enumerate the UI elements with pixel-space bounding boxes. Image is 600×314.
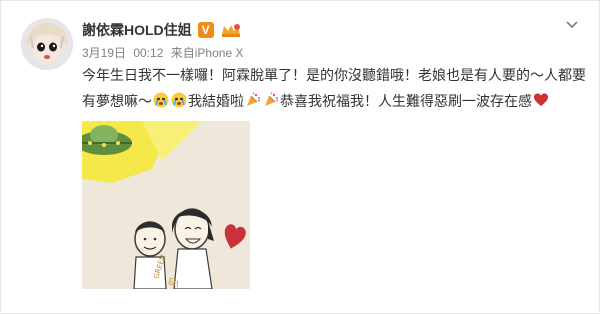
post-header: 謝依霖HOLD住姐 V — [82, 20, 242, 40]
post-source-device[interactable]: iPhone X — [195, 46, 244, 60]
post-image: GREEN & I — [82, 121, 250, 289]
avatar-image — [21, 18, 73, 70]
post-date[interactable]: 3月19日 — [82, 46, 126, 60]
weibo-post-card: 謝依霖HOLD住姐 V 3月19日 00:12 来自iPhone X 今年生日我… — [0, 0, 600, 314]
post-text-segment-3: 恭喜我祝福我！人生難得惡刷一波存在感 — [280, 93, 532, 109]
post-meta: 3月19日 00:12 来自iPhone X — [82, 44, 243, 61]
post-source-prefix: 来自 — [170, 46, 195, 60]
post-text: 今年生日我不一樣囉！阿霖脫單了！是的你沒聽錯哦！老娘也是有人要的～人都要有夢想嘛… — [82, 62, 592, 114]
party-popper-emoji — [265, 92, 279, 106]
svg-text:I: I — [176, 280, 179, 289]
crying-face-emoji — [171, 92, 187, 108]
red-heart-emoji — [534, 93, 548, 106]
avatar[interactable] — [21, 18, 73, 70]
crying-face-emoji — [153, 92, 169, 108]
verified-badge-icon[interactable]: V — [197, 22, 214, 38]
post-image-thumbnail[interactable]: GREEN & I — [82, 121, 250, 289]
post-text-segment-2: 我結婚啦 — [188, 93, 244, 109]
chevron-down-icon[interactable] — [565, 18, 579, 32]
post-time[interactable]: 00:12 — [133, 46, 163, 60]
username-link[interactable]: 謝依霖HOLD住姐 — [82, 20, 192, 40]
member-crown-icon[interactable] — [220, 23, 242, 37]
svg-text:&: & — [168, 277, 176, 288]
party-popper-emoji — [247, 92, 261, 106]
